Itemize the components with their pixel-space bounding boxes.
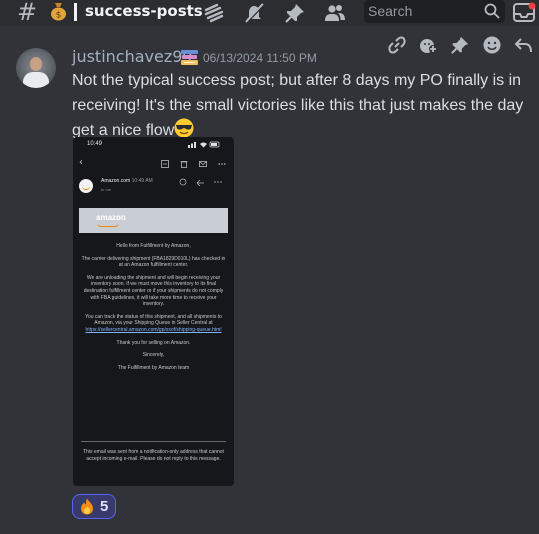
phone-status-bar: 10:49 <box>73 137 234 153</box>
mail-action-icons <box>179 178 222 186</box>
email-paragraph: Hello from Fulfillment by Amazon, <box>116 243 191 249</box>
image-attachment[interactable]: 10:49 ‹ Amazon.com 10:49 AM to me amazon… <box>73 137 234 486</box>
signal-battery-icon <box>188 141 220 148</box>
sender-line: Amazon.com 10:49 AM <box>101 178 153 184</box>
amazon-banner: amazon <box>79 208 228 233</box>
money-bag-icon: $ <box>51 3 66 21</box>
inbox-icon[interactable] <box>512 2 536 24</box>
email-paragraph: We are unloading the shipment and will b… <box>83 274 224 308</box>
avatar-body <box>23 72 49 88</box>
message-text: Not the typical success post; but after … <box>72 72 524 139</box>
reaction-count: 5 <box>100 498 109 515</box>
search-input[interactable]: Search <box>364 0 505 23</box>
amazon-logo: amazon <box>96 213 126 227</box>
email-body: Hello from Fulfillment by Amazon, The ca… <box>81 243 226 377</box>
sunglasses-emoji <box>174 118 194 138</box>
email-footer: This email was sent from a notification-… <box>83 449 224 462</box>
email-paragraph: Thank you for selling on Amazon. <box>116 339 191 346</box>
message-timestamp: 06/13/2024 11:50 PM <box>203 51 317 65</box>
channel-header: # $ success-posts Search <box>0 0 539 26</box>
fire-emoji <box>81 498 93 515</box>
email-divider <box>81 441 226 442</box>
copy-link-icon <box>388 36 406 54</box>
channel-name: success-posts <box>85 2 203 20</box>
emoji-icon <box>483 36 501 54</box>
pin-icon[interactable] <box>284 2 306 24</box>
back-chevron-icon: ‹ <box>79 157 83 168</box>
message-actions-toolbar <box>381 32 539 58</box>
reaction-fire[interactable]: 5 <box>72 494 116 519</box>
trash-icon <box>180 161 188 168</box>
phone-mail-nav: ‹ <box>73 157 234 171</box>
recipient-line: to me <box>101 187 112 192</box>
more-icon <box>218 163 226 165</box>
email-paragraph-with-link: You can track the status of this shipmen… <box>81 314 226 334</box>
add-reaction-button[interactable] <box>413 32 445 58</box>
copy-link-button[interactable] <box>381 32 413 58</box>
emoji-button[interactable] <box>476 32 508 58</box>
mail-icon <box>199 161 207 167</box>
reply-icon <box>514 38 533 53</box>
svg-text:$: $ <box>56 11 62 21</box>
phone-status-time: 10:49 <box>87 141 103 147</box>
sender-name: Amazon.com <box>101 178 131 184</box>
pin-icon <box>451 36 469 54</box>
archive-icon <box>161 160 169 168</box>
add-reaction-icon <box>420 39 438 53</box>
sender-time: 10:49 AM <box>131 178 153 184</box>
channel-hash-icon: # <box>17 0 38 26</box>
username[interactable]: justinchavez99 <box>72 47 193 66</box>
channel-separator <box>74 3 77 21</box>
search-placeholder: Search <box>368 3 413 19</box>
mute-bell-icon[interactable] <box>243 2 265 24</box>
message-content: Not the typical success post; but after … <box>72 68 538 143</box>
reply-button[interactable] <box>507 32 539 58</box>
threads-icon[interactable] <box>203 2 225 24</box>
members-icon[interactable] <box>324 2 346 24</box>
sender-avatar <box>79 179 93 193</box>
avatar-face <box>30 57 42 71</box>
email-paragraph: The Fulfillment by Amazon team <box>117 364 190 371</box>
email-paragraph: Sincerely, <box>142 352 165 359</box>
avatar[interactable] <box>16 48 56 88</box>
search-icon <box>484 3 500 19</box>
books-icon[interactable] <box>180 49 199 66</box>
pin-message-button[interactable] <box>444 32 476 58</box>
email-paragraph: You can track the status of this shipmen… <box>85 313 222 327</box>
shipping-queue-link: https://sellercentral.amazon.com/gp/ssof… <box>85 326 222 333</box>
email-paragraph: The carrier delivering shipment (FBA1829… <box>81 255 226 269</box>
